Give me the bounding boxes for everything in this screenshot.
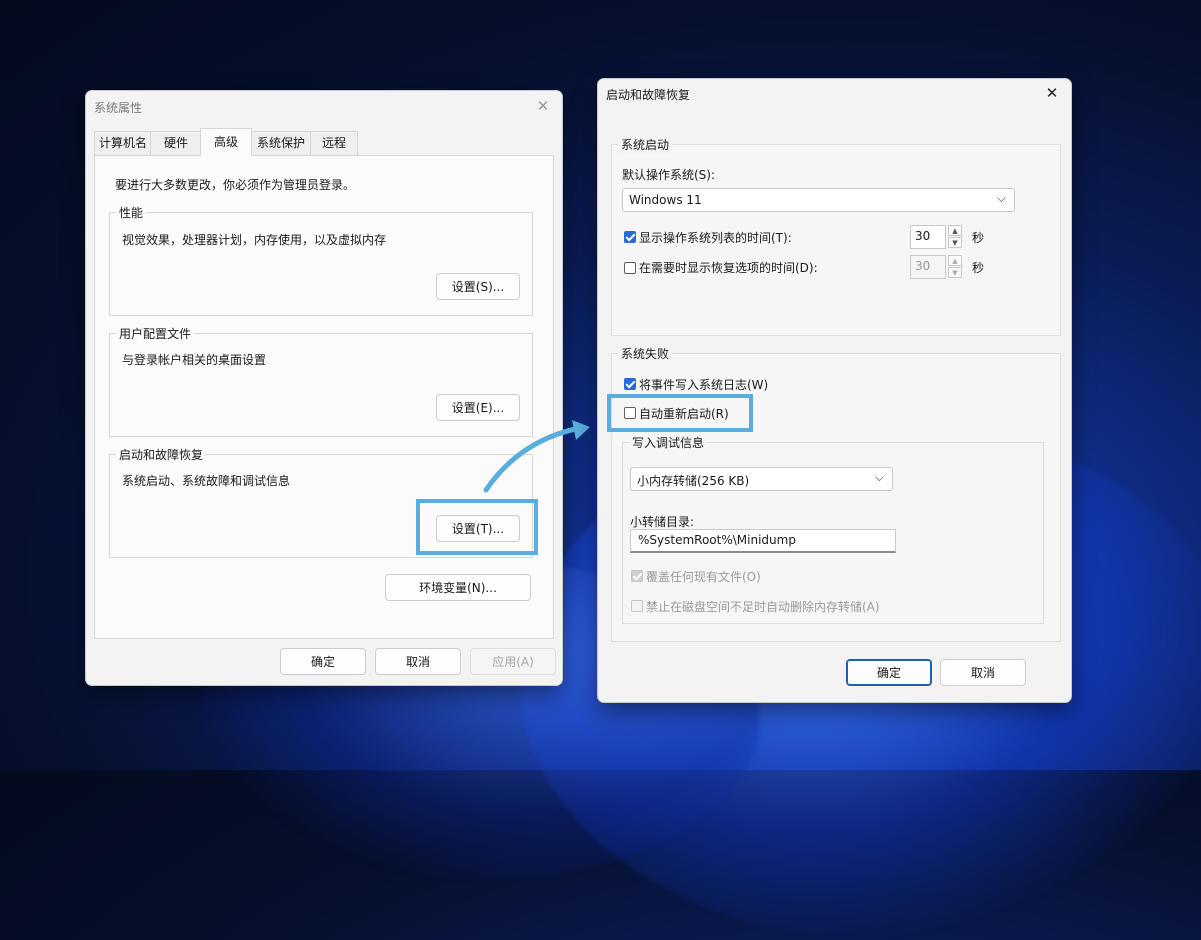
show-recovery-value[interactable]: 30 [910, 255, 946, 279]
spin-down-icon[interactable]: ▼ [948, 237, 962, 248]
spin-buttons: ▲ ▼ [948, 255, 962, 279]
startup-recovery-window: 启动和故障恢复 ✕ 系统启动 默认操作系统(S): Windows 11 ⌵ 显… [597, 78, 1072, 703]
cancel-button[interactable]: 取消 [375, 648, 461, 675]
tab-remote[interactable]: 远程 [310, 131, 358, 155]
tab-hardware[interactable]: 硬件 [150, 131, 202, 155]
cancel-button[interactable]: 取消 [940, 659, 1026, 686]
spin-buttons: ▲ ▼ [948, 225, 962, 249]
ok-button[interactable]: 确定 [846, 659, 932, 686]
startup-recovery-desc: 系统启动、系统故障和调试信息 [122, 474, 291, 488]
system-startup-group: 系统启动 默认操作系统(S): Windows 11 ⌵ 显示操作系统列表的时间… [611, 136, 1061, 336]
debug-info-label: 写入调试信息 [629, 434, 708, 451]
titlebar: 启动和故障恢复 ✕ [598, 79, 1071, 109]
spin-down-icon[interactable]: ▼ [948, 267, 962, 278]
close-icon[interactable]: ✕ [532, 95, 554, 117]
apply-button[interactable]: 应用(A) [470, 648, 556, 675]
auto-restart-highlight [607, 394, 753, 432]
tab-computer-name[interactable]: 计算机名 [94, 131, 152, 155]
show-recovery-stepper[interactable]: 30 ▲ ▼ 秒 [910, 255, 990, 279]
user-profiles-group: 用户配置文件 与登录帐户相关的桌面设置 设置(E)... [109, 325, 533, 437]
write-event-checkbox[interactable] [624, 378, 636, 390]
environment-variables-button[interactable]: 环境变量(N)... [385, 574, 531, 601]
show-recovery-unit: 秒 [972, 261, 985, 275]
close-icon[interactable]: ✕ [1041, 82, 1063, 104]
debug-info-group: 写入调试信息 小内存转储(256 KB) ⌵ 小转储目录: %SystemRoo… [622, 434, 1044, 624]
chevron-down-icon: ⌵ [874, 470, 884, 484]
show-list-stepper[interactable]: 30 ▲ ▼ 秒 [910, 225, 990, 249]
write-event-label: 将事件写入系统日志(W) [639, 378, 769, 392]
show-recovery-checkbox[interactable] [624, 262, 636, 274]
spin-up-icon[interactable]: ▲ [948, 225, 962, 236]
dump-dir-field[interactable]: %SystemRoot%\Minidump [630, 529, 896, 553]
user-profiles-desc: 与登录帐户相关的桌面设置 [122, 353, 267, 367]
performance-group: 性能 视觉效果，处理器计划，内存使用，以及虚拟内存 设置(S)... [109, 204, 533, 316]
show-list-checkbox[interactable] [624, 231, 636, 243]
user-profiles-label: 用户配置文件 [116, 325, 195, 342]
performance-label: 性能 [116, 204, 147, 221]
window-title: 启动和故障恢复 [606, 88, 691, 102]
overwrite-checkbox[interactable] [631, 570, 643, 582]
dump-dir-label: 小转储目录: [630, 515, 695, 529]
titlebar: 系统属性 ✕ [86, 91, 562, 121]
default-os-select[interactable]: Windows 11 ⌵ [622, 188, 1015, 212]
default-os-value: Windows 11 [629, 193, 702, 207]
ok-button[interactable]: 确定 [280, 648, 366, 675]
disable-autodelete-label: 禁止在磁盘空间不足时自动删除内存转储(A) [646, 600, 880, 614]
dump-type-value: 小内存转储(256 KB) [637, 474, 750, 488]
chevron-down-icon: ⌵ [996, 191, 1006, 205]
startup-recovery-label: 启动和故障恢复 [116, 446, 207, 463]
show-list-value[interactable]: 30 [910, 225, 946, 249]
default-os-label: 默认操作系统(S): [622, 168, 716, 182]
user-profiles-settings-button[interactable]: 设置(E)... [436, 394, 520, 421]
tab-system-protection[interactable]: 系统保护 [250, 131, 312, 155]
performance-settings-button[interactable]: 设置(S)... [436, 273, 520, 300]
startup-settings-highlight [416, 499, 538, 555]
advanced-tab-page: 要进行大多数更改，你必须作为管理员登录。 性能 视觉效果，处理器计划，内存使用，… [94, 155, 554, 639]
disable-autodelete-checkbox[interactable] [631, 600, 643, 612]
show-recovery-label: 在需要时显示恢复选项的时间(D): [639, 261, 818, 275]
performance-desc: 视觉效果，处理器计划，内存使用，以及虚拟内存 [122, 233, 387, 247]
tab-advanced[interactable]: 高级 [200, 128, 252, 156]
admin-note: 要进行大多数更改，你必须作为管理员登录。 [115, 178, 356, 192]
arrow-icon [483, 420, 590, 493]
dump-type-select[interactable]: 小内存转储(256 KB) ⌵ [630, 467, 893, 491]
overwrite-label: 覆盖任何现有文件(O) [646, 570, 761, 584]
window-title: 系统属性 [94, 101, 143, 115]
show-list-unit: 秒 [972, 231, 985, 245]
show-list-label: 显示操作系统列表的时间(T): [639, 231, 792, 245]
system-failure-label: 系统失败 [618, 345, 673, 362]
system-startup-label: 系统启动 [618, 136, 673, 153]
spin-up-icon[interactable]: ▲ [948, 255, 962, 266]
system-properties-window: 系统属性 ✕ 计算机名 硬件 高级 系统保护 远程 要进行大多数更改，你必须作为… [85, 90, 563, 686]
